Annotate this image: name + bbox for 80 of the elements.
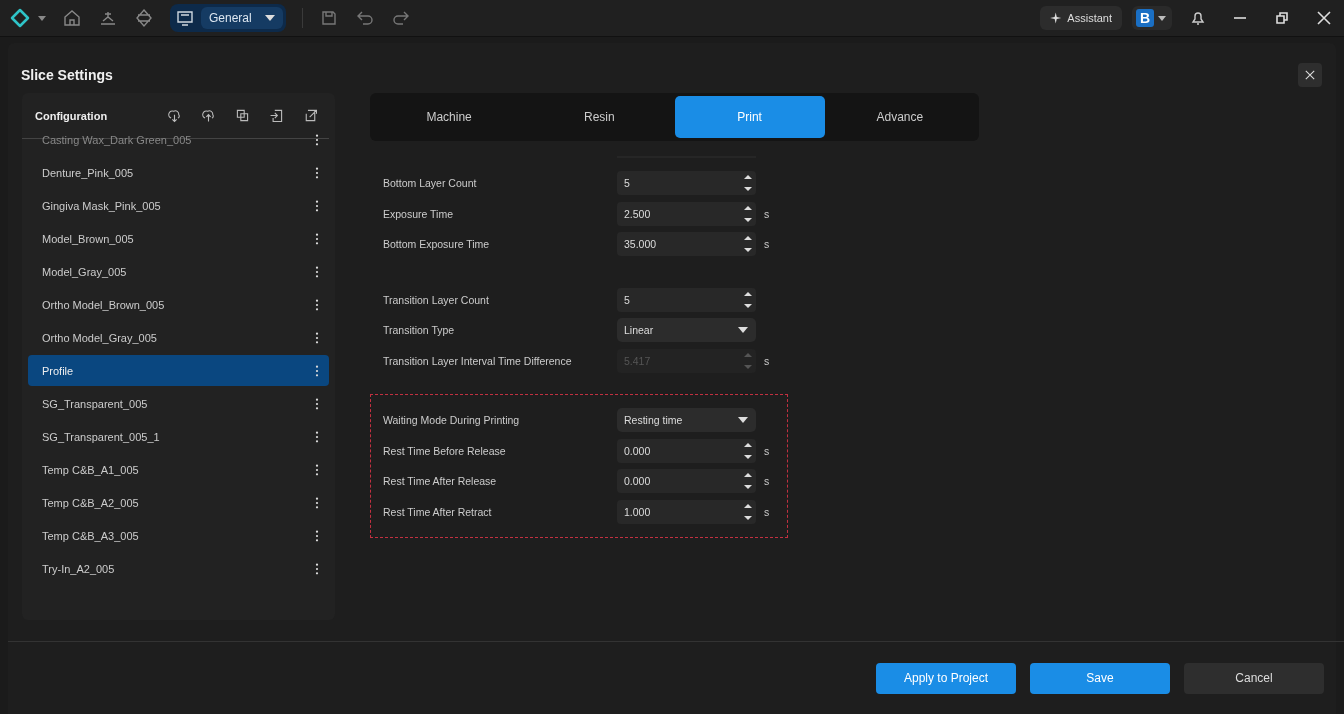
number-field[interactable]: 0.000: [617, 438, 756, 463]
profile-item[interactable]: Ortho Model_Gray_005: [28, 322, 329, 353]
more-icon[interactable]: [315, 265, 319, 278]
dropdown[interactable]: Resting time: [617, 408, 756, 433]
more-icon[interactable]: [315, 397, 319, 410]
profile-item[interactable]: Denture_Pink_005: [28, 157, 329, 188]
sidebar-title: Configuration: [35, 109, 109, 122]
field-label: Bottom Layer Count: [383, 177, 478, 190]
unit-label: s: [764, 505, 770, 518]
more-icon[interactable]: [315, 232, 319, 245]
more-icon[interactable]: [315, 199, 319, 212]
number-field[interactable]: 2.500: [617, 201, 756, 226]
more-icon[interactable]: [315, 430, 319, 443]
profile-item[interactable]: Profile: [28, 355, 329, 386]
field-label: Rest Time After Release: [383, 475, 498, 488]
dialog-button[interactable]: Save: [1030, 662, 1170, 694]
tab[interactable]: Resin: [524, 96, 675, 138]
profile-item[interactable]: SG_Transparent_005: [28, 388, 329, 419]
more-icon[interactable]: [315, 562, 319, 575]
more-icon[interactable]: [315, 496, 319, 509]
home-icon[interactable]: [62, 8, 82, 28]
field-label: Rest Time After Retract: [383, 505, 493, 518]
assistant-button[interactable]: Assistant: [1040, 6, 1122, 30]
dropdown[interactable]: Linear: [617, 318, 756, 343]
number-field[interactable]: 5: [617, 287, 756, 312]
unit-label: s: [764, 475, 770, 488]
unit-label: s: [764, 238, 770, 251]
unit-label: s: [764, 207, 770, 220]
caret-icon: [265, 15, 275, 21]
field-label: Transition Type: [383, 324, 456, 337]
monitor-icon[interactable]: [175, 8, 195, 28]
cloud-download-icon[interactable]: [166, 107, 183, 124]
logo-icon[interactable]: [10, 8, 30, 28]
caret-icon[interactable]: [38, 15, 46, 21]
close-button[interactable]: [1298, 63, 1322, 87]
profile-item[interactable]: Ortho Model_Brown_005: [28, 289, 329, 320]
tab[interactable]: Print: [674, 96, 825, 138]
tab[interactable]: Machine: [374, 96, 525, 138]
dialog-button[interactable]: Cancel: [1184, 662, 1324, 694]
profile-item[interactable]: Temp C&B_A2_005: [28, 487, 329, 518]
profile-item[interactable]: Model_Gray_005: [28, 256, 329, 287]
field-label: Exposure Time: [383, 207, 455, 220]
more-icon[interactable]: [315, 133, 319, 146]
account-avatar[interactable]: B: [1136, 9, 1154, 27]
field-label: Transition Layer Interval Time Difference: [383, 354, 573, 367]
field-label: Bottom Exposure Time: [383, 238, 491, 251]
more-icon[interactable]: [315, 331, 319, 344]
workspace-dropdown[interactable]: General: [201, 7, 283, 29]
more-icon[interactable]: [315, 529, 319, 542]
more-icon[interactable]: [315, 166, 319, 179]
profile-item[interactable]: Gingiva Mask_Pink_005: [28, 190, 329, 221]
more-icon[interactable]: [315, 364, 319, 377]
field-label: Transition Layer Count: [383, 293, 490, 306]
caret-icon: [738, 327, 748, 334]
copy-icon[interactable]: [234, 107, 251, 124]
layers-icon[interactable]: [134, 8, 154, 28]
profile-item[interactable]: Casting Wax_Dark Green_005: [28, 124, 329, 155]
profile-item[interactable]: Temp C&B_A3_005: [28, 520, 329, 551]
import-icon[interactable]: [268, 107, 285, 124]
profile-item[interactable]: Model_Brown_005: [28, 223, 329, 254]
cloud-upload-icon[interactable]: [200, 107, 217, 124]
field-label: Waiting Mode During Printing: [383, 414, 521, 427]
profile-item[interactable]: Temp C&B_A1_005: [28, 454, 329, 485]
more-icon[interactable]: [315, 463, 319, 476]
number-field[interactable]: 35.000: [617, 232, 756, 257]
number-field[interactable]: 1.000: [617, 499, 756, 524]
unit-label: s: [764, 444, 770, 457]
caret-icon: [738, 417, 748, 424]
profile-item[interactable]: SG_Transparent_005_1: [28, 421, 329, 452]
number-field[interactable]: 0.000: [617, 469, 756, 494]
number-field[interactable]: 5: [617, 171, 756, 196]
tab[interactable]: Advance: [824, 96, 975, 138]
unit-label: s: [764, 354, 770, 367]
save-icon[interactable]: [319, 8, 339, 28]
dialog-button[interactable]: Apply to Project: [876, 662, 1016, 694]
profile-item[interactable]: Try-In_A2_005: [28, 553, 329, 584]
more-icon[interactable]: [315, 298, 319, 311]
dialog-title: Slice Settings: [21, 67, 113, 83]
caret-icon[interactable]: [1158, 15, 1166, 21]
field-label: Rest Time Before Release: [383, 444, 507, 457]
